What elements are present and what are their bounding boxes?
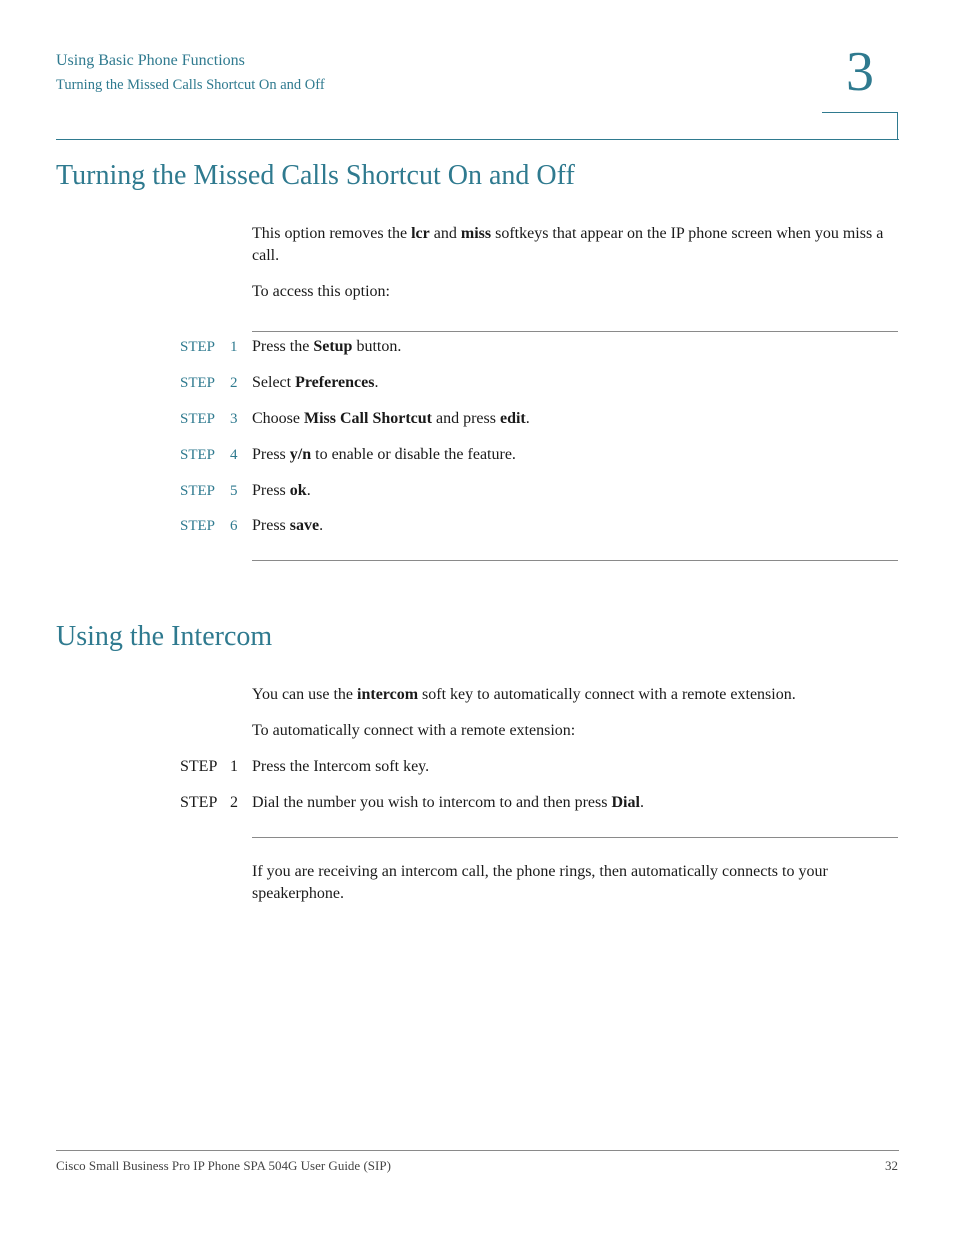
step-text: Press the Setup button.	[252, 338, 401, 356]
step-label: STEP	[180, 339, 216, 355]
section-heading-intercom: Using the Intercom	[56, 621, 273, 652]
step-label: STEP	[180, 447, 216, 463]
text: Press	[252, 446, 290, 463]
ui-term: Dial	[611, 794, 640, 811]
ui-term: y/n	[289, 446, 312, 463]
step-row: STEP 4 Press y/n to enable or disable the …	[180, 446, 516, 464]
text: .	[319, 517, 324, 534]
section1-access-text: To access this option:	[252, 283, 390, 300]
ui-term: save	[289, 517, 320, 534]
step-row: STEP 2 Select Preferences.	[180, 374, 378, 392]
step-number: 2	[230, 794, 238, 811]
chapter-number: 3	[846, 41, 874, 103]
ui-term: edit	[499, 410, 526, 427]
step-row: STEP 1 Press the Intercom soft key.	[180, 758, 429, 776]
step-label: STEP	[180, 375, 216, 391]
text: .	[306, 482, 311, 499]
step-text: Press y/n to enable or disable the featu…	[252, 446, 516, 464]
chapter-tab-box	[822, 112, 898, 139]
step-number: 4	[230, 447, 238, 463]
step-label: STEP	[180, 794, 218, 811]
footer-title: Cisco Small Business Pro IP Phone SPA 50…	[56, 1158, 391, 1173]
step-label: STEP	[180, 758, 218, 775]
step-label: STEP	[180, 518, 216, 534]
text: .	[374, 374, 379, 391]
step-text: Press ok.	[252, 482, 311, 500]
softkey-miss: miss	[460, 225, 492, 242]
text: Choose	[252, 410, 304, 427]
step-number: 6	[230, 518, 238, 534]
softkey-lcr: lcr	[411, 225, 430, 242]
text: button.	[352, 338, 402, 355]
section2-connect-text: To automatically connect with a remote e…	[252, 722, 576, 739]
footer-divider	[56, 1150, 899, 1151]
step-number: 1	[230, 339, 238, 355]
step-number: 5	[230, 483, 238, 499]
text: .	[525, 410, 530, 427]
ui-term: Setup	[313, 338, 353, 355]
step-text: Press the Intercom soft key.	[252, 758, 429, 776]
steps-bottom-rule	[252, 560, 898, 561]
step-label: STEP	[180, 411, 216, 427]
section2-intro: You can use the intercom soft key to aut…	[252, 684, 892, 706]
page-number: 32	[885, 1158, 898, 1173]
ui-term: Preferences	[295, 374, 375, 391]
step-text: Select Preferences.	[252, 374, 378, 392]
text: and press	[432, 410, 500, 427]
step-row: STEP 3 Choose Miss Call Shortcut and press…	[180, 410, 530, 428]
text: Select	[252, 374, 296, 391]
intercom-steps-rule	[252, 837, 898, 838]
step-row: STEP 2 Dial the number you wish to interco…	[180, 794, 644, 812]
text: soft key to automatically connect with a…	[418, 686, 796, 703]
intercom-note: If you are receiving an intercom call, t…	[252, 863, 828, 902]
text: Press the Intercom soft key.	[252, 758, 430, 775]
text: You can use the	[252, 686, 358, 703]
step-number: 2	[230, 375, 238, 391]
running-header-chapter: Using Basic Phone Functions	[56, 52, 245, 69]
header-divider	[56, 139, 899, 140]
text: Press	[252, 517, 290, 534]
step-number: 1	[230, 758, 238, 775]
step-text: Choose Miss Call Shortcut and press edit…	[252, 410, 530, 428]
running-header-section: Turning the Missed Calls Shortcut On and…	[56, 77, 325, 93]
section-heading-missed-calls: Turning the Missed Calls Shortcut On and…	[56, 160, 575, 191]
ui-term: Miss Call Shortcut	[304, 410, 432, 427]
text: .	[639, 794, 644, 811]
step-text: Dial the number you wish to intercom to …	[252, 794, 644, 812]
step-row: STEP 1 Press the Setup button.	[180, 338, 401, 356]
text: to enable or disable the feature.	[311, 446, 516, 463]
ui-term: ok	[289, 482, 307, 499]
text: This option removes the	[252, 225, 412, 242]
text: Dial the number you wish to intercom to …	[252, 794, 612, 811]
section1-intro: This option removes the lcr and miss sof…	[252, 223, 892, 267]
step-row: STEP 5 Press ok.	[180, 482, 311, 500]
text: Press the	[252, 338, 314, 355]
step-number: 3	[230, 411, 238, 427]
step-text: Press save.	[252, 517, 323, 535]
step-row: STEP 6 Press save.	[180, 517, 323, 535]
text: Press	[252, 482, 290, 499]
steps-top-rule	[252, 331, 898, 332]
softkey-intercom: intercom	[357, 686, 419, 703]
text: and	[429, 225, 461, 242]
step-label: STEP	[180, 483, 216, 499]
